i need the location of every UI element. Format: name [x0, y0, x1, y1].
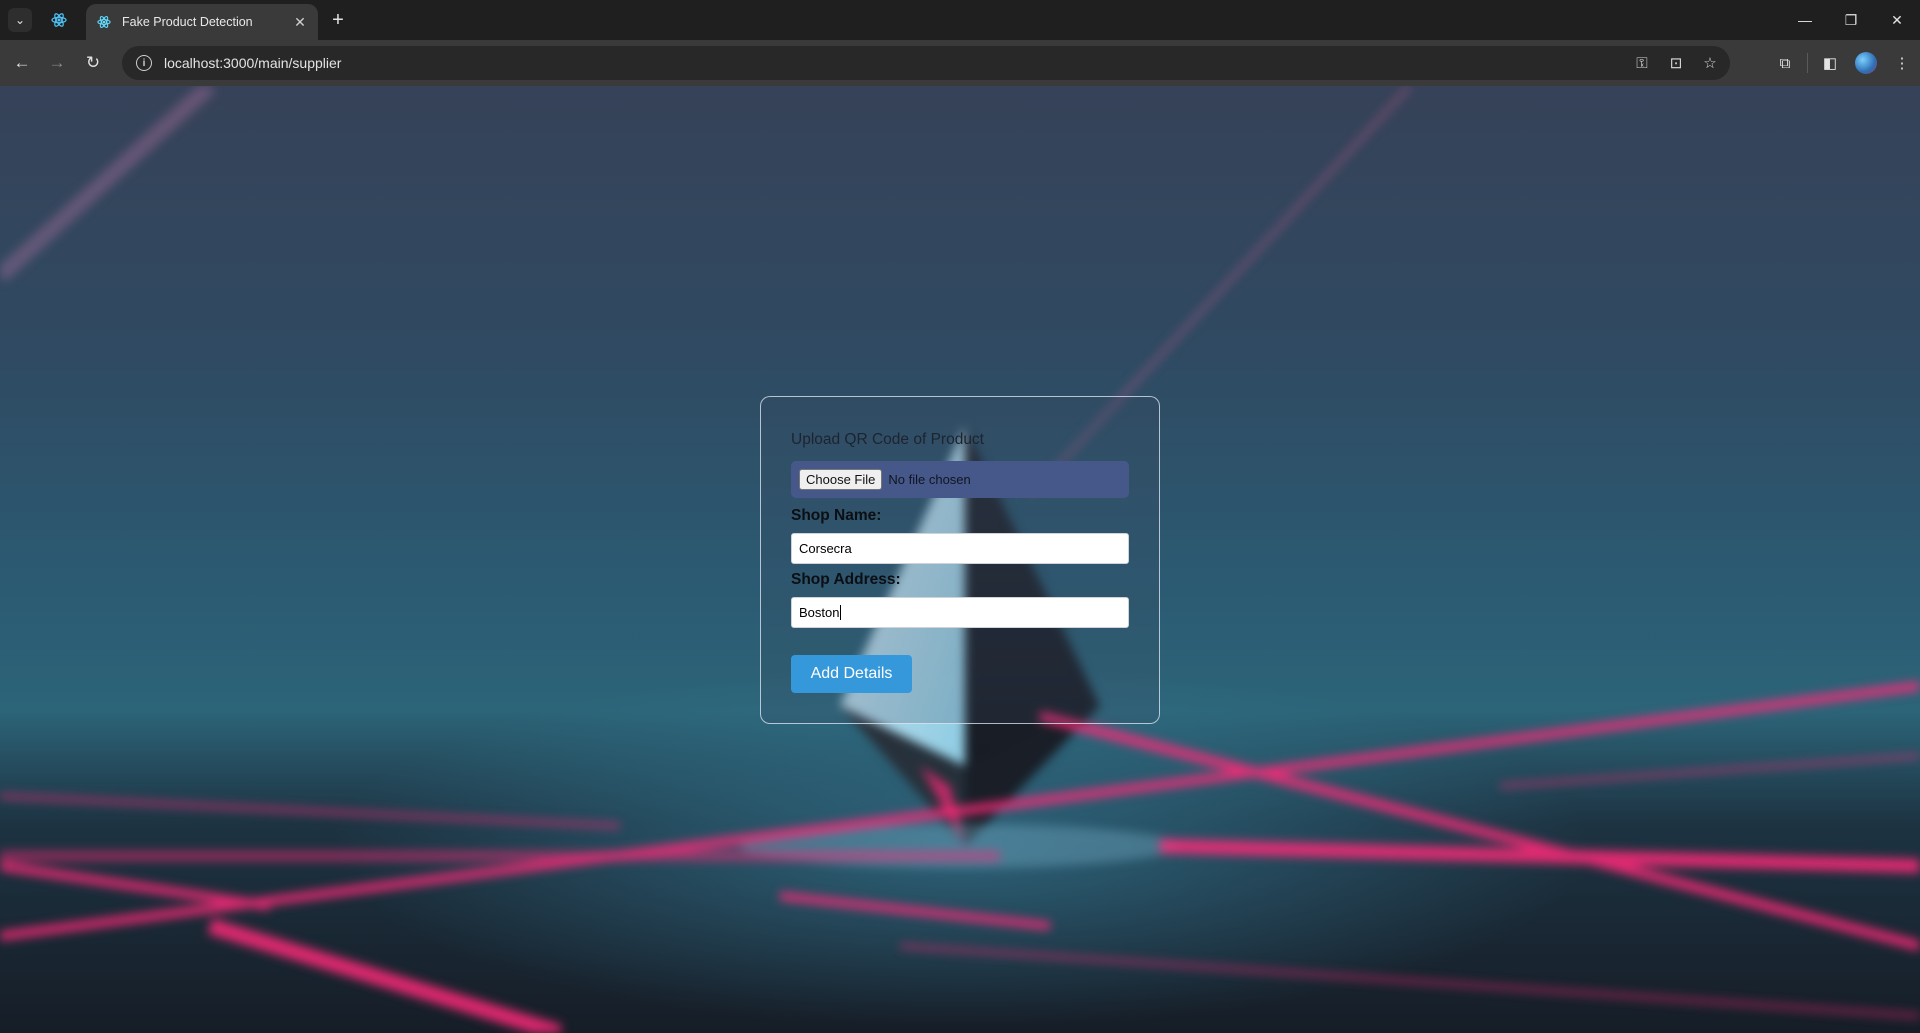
shop-name-label: Shop Name: — [791, 507, 882, 524]
new-tab-button[interactable]: + — [326, 8, 350, 32]
upload-qr-label: Upload QR Code of Product — [791, 431, 984, 448]
active-tab[interactable]: Fake Product Detection ✕ — [86, 4, 318, 40]
supplier-form-card: Upload QR Code of Product Choose File No… — [760, 396, 1160, 724]
tab-title: Fake Product Detection — [122, 15, 253, 29]
star-icon[interactable]: ☆ — [1700, 54, 1720, 72]
add-details-button[interactable]: Add Details — [791, 655, 912, 693]
reload-icon[interactable]: ↻ — [79, 49, 107, 77]
kebab-menu-icon[interactable]: ⋮ — [1884, 40, 1920, 86]
forward-arrow-right-icon[interactable]: → — [43, 49, 71, 77]
extensions-puzzle-icon[interactable]: ⧉ — [1767, 40, 1803, 86]
address-bar-actions: ⚿ ⊡ ☆ — [1632, 46, 1720, 80]
install-icon[interactable]: ⊡ — [1666, 54, 1686, 72]
toolbar-right: ⧉ ◧ ⋮ — [1767, 40, 1920, 86]
file-status-text: No file chosen — [888, 472, 971, 487]
choose-file-button[interactable]: Choose File — [799, 469, 883, 490]
favicon-react-icon — [96, 14, 112, 30]
react-icon — [51, 13, 67, 27]
page-viewport: Upload QR Code of Product Choose File No… — [0, 86, 1920, 1033]
shop-name-input[interactable]: Corsecra — [791, 533, 1129, 564]
tab-close-icon[interactable]: ✕ — [292, 14, 308, 31]
shop-name-value: Corsecra — [799, 541, 852, 556]
tab-search-chevron-down-icon[interactable]: ⌄ — [8, 8, 32, 32]
back-arrow-left-icon[interactable]: ← — [8, 49, 36, 77]
window-controls: — ❐ ✕ — [1782, 0, 1920, 40]
side-panel-icon[interactable]: ◧ — [1812, 40, 1848, 86]
qr-file-input[interactable]: Choose File No file chosen — [791, 461, 1129, 498]
restore-button[interactable]: ❐ — [1828, 0, 1874, 40]
tab-strip: ⌄ Fake Product Detection ✕ + — ❐ ✕ — [0, 0, 1920, 40]
avatar — [1855, 52, 1877, 74]
address-bar[interactable]: i localhost:3000/main/supplier ⚿ ⊡ ☆ — [122, 46, 1730, 80]
pinned-tab[interactable] — [44, 8, 74, 32]
shop-address-label: Shop Address: — [791, 571, 901, 588]
url-text[interactable]: localhost:3000/main/supplier — [164, 55, 341, 71]
shop-address-value: Boston — [799, 605, 840, 620]
profile-avatar[interactable] — [1848, 40, 1884, 86]
site-info-icon[interactable]: i — [136, 55, 152, 71]
text-caret — [840, 605, 842, 620]
shop-address-input[interactable]: Boston — [791, 597, 1129, 628]
toolbar-divider — [1807, 53, 1808, 73]
browser-toolbar: ← → ↻ i localhost:3000/main/supplier ⚿ ⊡… — [0, 40, 1920, 86]
key-icon[interactable]: ⚿ — [1632, 55, 1652, 72]
minimize-button[interactable]: — — [1782, 0, 1828, 40]
close-window-button[interactable]: ✕ — [1874, 0, 1920, 40]
